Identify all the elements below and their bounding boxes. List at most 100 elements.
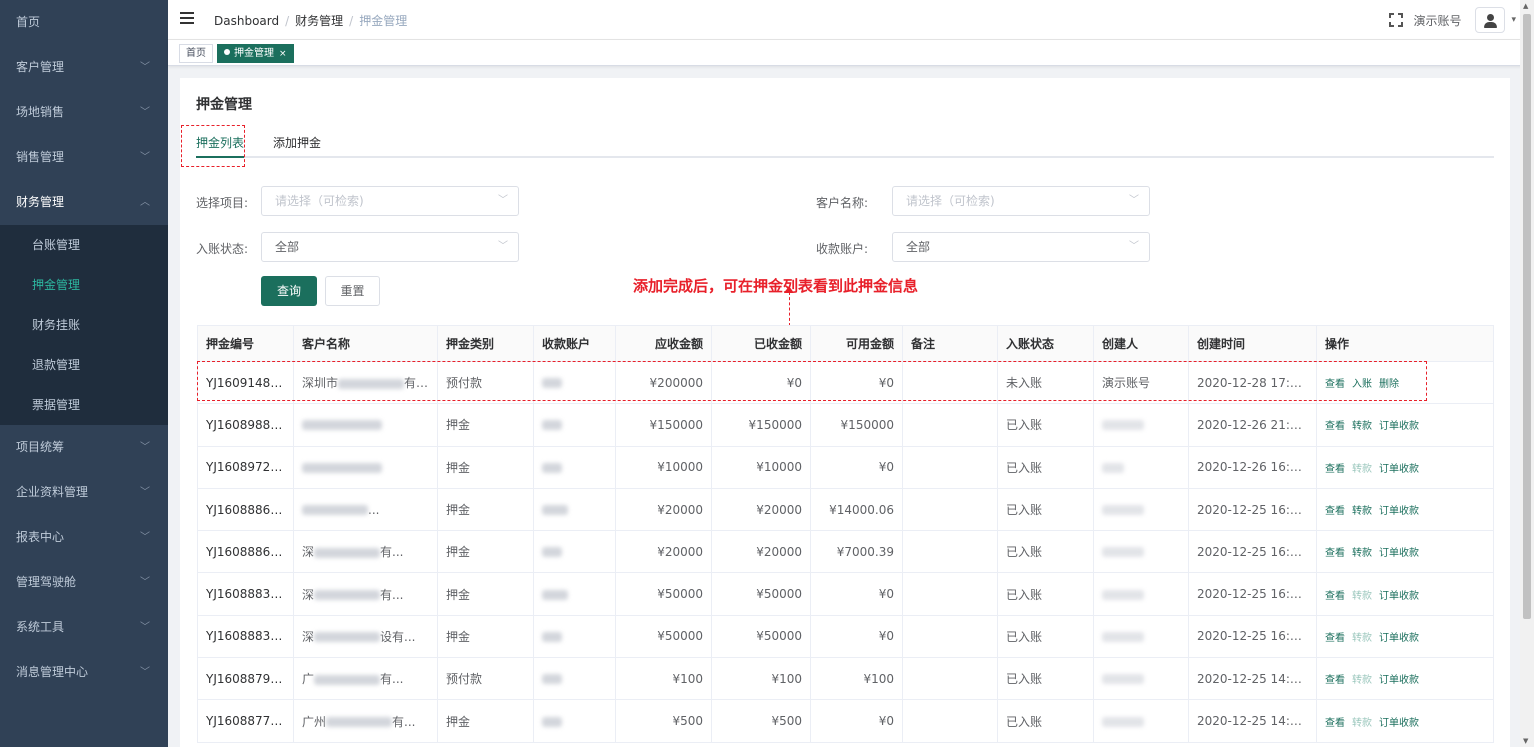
action-link[interactable]: 转款 bbox=[1352, 633, 1372, 644]
redacted-text bbox=[314, 590, 381, 601]
annotation-box-tab bbox=[181, 125, 245, 167]
created-time: 2020-12-28 17:35:58 bbox=[1188, 361, 1317, 405]
chevron-icon: ﹀ bbox=[140, 622, 150, 633]
main-card: 押金管理 押金列表 添加押金 选择项目: 请选择（可检索) ﹀ 客户名称: 请选择… bbox=[180, 78, 1510, 747]
action-link[interactable]: 订单收款 bbox=[1379, 548, 1419, 559]
action-link[interactable]: 查看 bbox=[1325, 591, 1345, 602]
tag-home[interactable]: 首页 bbox=[179, 44, 213, 63]
sidebar-item-label: 管理驾驶舱 bbox=[16, 575, 77, 589]
account-select-value: 全部 bbox=[906, 240, 931, 254]
action-link[interactable]: 转款 bbox=[1352, 464, 1372, 475]
sidebar-subitem[interactable]: 台账管理 bbox=[0, 225, 168, 265]
sidebar-item[interactable]: 企业资料管理 ﹀ bbox=[0, 470, 168, 515]
action-link[interactable]: 查看 bbox=[1325, 718, 1345, 729]
action-link[interactable]: 查看 bbox=[1325, 548, 1345, 559]
chevron-icon: ﹀ bbox=[140, 577, 150, 588]
deposit-type: 押金 bbox=[437, 615, 534, 659]
caret-down-icon[interactable]: ▾ bbox=[1511, 15, 1516, 25]
creator bbox=[1093, 403, 1189, 447]
query-button[interactable]: 查询 bbox=[261, 276, 317, 306]
navbar: Dashboard / 财务管理 / 押金管理 演示账号 ▾ bbox=[168, 0, 1534, 40]
deposit-type: 押金 bbox=[437, 446, 534, 489]
action-link[interactable]: 转款 bbox=[1352, 591, 1372, 602]
customer-name: 深 有... bbox=[293, 530, 438, 574]
breadcrumb-finance[interactable]: 财务管理 bbox=[295, 14, 343, 28]
avatar[interactable] bbox=[1475, 7, 1506, 33]
scroll-up-icon[interactable]: ▲ bbox=[1523, 2, 1528, 10]
amount-received: ¥100 bbox=[711, 657, 811, 701]
breadcrumb-separator: / bbox=[285, 14, 290, 28]
tab-add-deposit[interactable]: 添加押金 bbox=[273, 134, 321, 151]
action-link[interactable]: 转款 bbox=[1352, 506, 1372, 517]
account-select[interactable]: 全部 ﹀ bbox=[892, 232, 1150, 262]
entry-status: 已入账 bbox=[997, 403, 1094, 447]
breadcrumb-separator: / bbox=[349, 14, 354, 28]
amount-due: ¥150000 bbox=[615, 403, 712, 447]
tag-deposit[interactable]: 押金管理 × bbox=[217, 44, 294, 63]
action-link[interactable]: 订单收款 bbox=[1379, 718, 1419, 729]
amount-received: ¥0 bbox=[711, 361, 811, 405]
customer-name-prefix: 广州 bbox=[302, 714, 327, 729]
redacted-text bbox=[314, 632, 381, 643]
chevron-icon: ﹀ bbox=[140, 62, 150, 73]
close-icon[interactable]: × bbox=[279, 49, 287, 59]
action-link[interactable]: 订单收款 bbox=[1379, 591, 1419, 602]
action-link[interactable]: 查看 bbox=[1325, 421, 1345, 432]
action-link[interactable]: 转款 bbox=[1352, 675, 1372, 686]
action-link[interactable]: 转款 bbox=[1352, 548, 1372, 559]
sidebar-subitem[interactable]: 财务挂账 bbox=[0, 305, 168, 345]
breadcrumb-dashboard[interactable]: Dashboard bbox=[214, 14, 279, 28]
action-link[interactable]: 查看 bbox=[1325, 675, 1345, 686]
action-link[interactable]: 入账 bbox=[1352, 379, 1372, 390]
sidebar-item[interactable]: 报表中心 ﹀ bbox=[0, 515, 168, 560]
action-link[interactable]: 查看 bbox=[1325, 506, 1345, 517]
row-actions: 查看 转款 订单收款 bbox=[1316, 699, 1494, 743]
hamburger-icon[interactable] bbox=[180, 12, 194, 26]
reset-button[interactable]: 重置 bbox=[325, 276, 380, 306]
action-link[interactable]: 订单收款 bbox=[1379, 464, 1419, 475]
sidebar-item[interactable]: 消息管理中心 ﹀ bbox=[0, 650, 168, 695]
sidebar-item[interactable]: 场地销售 ﹀ bbox=[0, 90, 168, 135]
sidebar-item[interactable]: 系统工具 ﹀ bbox=[0, 605, 168, 650]
payment-account bbox=[533, 572, 616, 616]
chevron-icon: ﹀ bbox=[140, 487, 150, 498]
sidebar-subitem[interactable]: 退款管理 bbox=[0, 345, 168, 385]
action-link[interactable]: 查看 bbox=[1325, 633, 1345, 644]
scroll-down-icon[interactable]: ▼ bbox=[1523, 737, 1528, 745]
action-link[interactable]: 删除 bbox=[1379, 379, 1399, 390]
status-select[interactable]: 全部 ﹀ bbox=[261, 232, 519, 262]
column-header: 已收金额 bbox=[711, 325, 811, 362]
sidebar-subitem[interactable]: 押金管理 bbox=[0, 265, 168, 305]
action-link[interactable]: 转款 bbox=[1352, 718, 1372, 729]
creator: 演示账号 bbox=[1093, 361, 1189, 405]
action-link[interactable]: 转款 bbox=[1352, 421, 1372, 432]
action-link[interactable]: 订单收款 bbox=[1379, 633, 1419, 644]
entry-status: 未入账 bbox=[997, 361, 1094, 405]
scrollbar-thumb[interactable] bbox=[1523, 14, 1531, 619]
action-link[interactable]: 查看 bbox=[1325, 464, 1345, 475]
action-link[interactable]: 订单收款 bbox=[1379, 421, 1419, 432]
customer-select[interactable]: 请选择（可检索) ﹀ bbox=[892, 186, 1150, 216]
sidebar-item[interactable]: 客户管理 ﹀ bbox=[0, 45, 168, 90]
customer-name-prefix: 深 bbox=[302, 629, 315, 644]
redacted-text bbox=[542, 716, 562, 727]
page-title: 押金管理 bbox=[196, 97, 252, 113]
project-select[interactable]: 请选择（可检索) ﹀ bbox=[261, 186, 519, 216]
customer-name-suffix: 有... bbox=[380, 672, 404, 687]
created-time: 2020-12-25 16:00:37 bbox=[1188, 572, 1317, 616]
action-link[interactable]: 订单收款 bbox=[1379, 506, 1419, 517]
sidebar-item[interactable]: 管理驾驶舱 ﹀ bbox=[0, 560, 168, 605]
action-link[interactable]: 查看 bbox=[1325, 379, 1345, 390]
fullscreen-icon[interactable] bbox=[1389, 13, 1404, 27]
status-label: 入账状态: bbox=[196, 242, 249, 256]
sidebar-item[interactable]: 财务管理 ︿ bbox=[0, 180, 168, 225]
sidebar-subitem[interactable]: 票据管理 bbox=[0, 385, 168, 425]
breadcrumb-current: 押金管理 bbox=[359, 14, 408, 28]
sidebar-item[interactable]: 销售管理 ﹀ bbox=[0, 135, 168, 180]
sidebar-item[interactable]: 项目统筹 ﹀ bbox=[0, 425, 168, 470]
action-link[interactable]: 订单收款 bbox=[1379, 675, 1419, 686]
page-scrollbar[interactable]: ▲ ▼ bbox=[1520, 0, 1534, 747]
deposit-code: YJ16088832... bbox=[197, 615, 294, 659]
sidebar-item[interactable]: 首页 bbox=[0, 0, 168, 45]
chevron-icon: ﹀ bbox=[140, 532, 150, 543]
